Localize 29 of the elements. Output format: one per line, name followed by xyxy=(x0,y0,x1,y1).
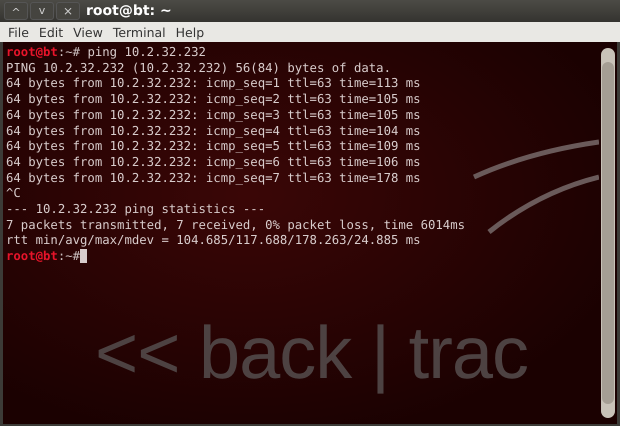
prompt-path: :~# xyxy=(58,45,80,59)
menu-item[interactable]: Edit xyxy=(38,24,64,40)
menu-item[interactable]: File xyxy=(8,24,29,40)
output-line: 64 bytes from 10.2.32.232: icmp_seq=4 ttl=63 time=104 ms xyxy=(6,124,422,140)
prompt-user: root@bt xyxy=(6,45,58,59)
menu-item[interactable]: Help xyxy=(176,24,204,40)
output-line: 7 packets transmitted, 7 received, 0% packet loss, time 6014ms xyxy=(6,218,466,234)
output-line: PING 10.2.32.232 (10.2.32.232) 56(84) bytes of data. xyxy=(6,60,392,76)
close-button[interactable]: × xyxy=(56,2,80,20)
output-line: ^C xyxy=(6,186,22,202)
scrollbar[interactable] xyxy=(601,48,615,418)
prompt-path: :~# xyxy=(58,249,80,264)
scrollbar-thumb[interactable] xyxy=(602,62,614,404)
prompt-user: root@bt xyxy=(6,249,58,264)
minimize-button[interactable]: ^ xyxy=(4,2,28,20)
menu-item[interactable]: View xyxy=(73,24,103,40)
command-text: ping 10.2.32.232 xyxy=(86,45,206,59)
output-line: rtt min/avg/max/mdev = 104.685/117.688/178.263/24.885 ms xyxy=(6,233,422,250)
window-title: root@bt: ~ xyxy=(86,3,172,19)
output-line: 64 bytes from 10.2.32.232: icmp_seq=1 ttl=63 time=113 ms xyxy=(6,76,422,92)
wallpaper-logo: << back | trac xyxy=(95,310,528,395)
output-line: --- 10.2.32.232 ping statistics --- xyxy=(6,202,266,218)
output-line: 64 bytes from 10.2.32.232: icmp_seq=6 ttl=63 time=106 ms xyxy=(6,154,422,171)
output-line: 64 bytes from 10.2.32.232: icmp_seq=3 ttl=63 time=105 ms xyxy=(6,108,422,124)
maximize-button[interactable]: v xyxy=(30,2,54,20)
output-line: 64 bytes from 10.2.32.232: icmp_seq=2 ttl=63 time=105 ms xyxy=(6,92,422,108)
menu-item[interactable]: Terminal xyxy=(112,24,166,40)
output-line: 64 bytes from 10.2.32.232: icmp_seq=7 ttl=63 time=178 ms xyxy=(6,170,422,186)
output-line: 64 bytes from 10.2.32.232: icmp_seq=5 ttl=63 time=109 ms xyxy=(6,139,422,155)
